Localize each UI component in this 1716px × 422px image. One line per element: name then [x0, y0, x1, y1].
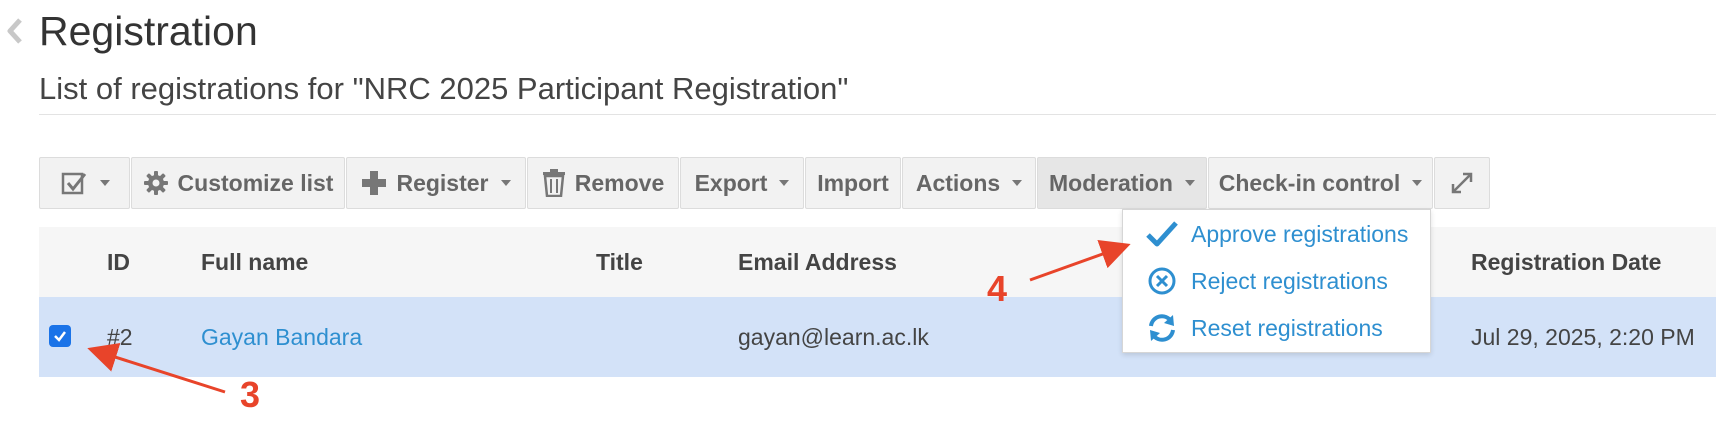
export-button[interactable]: Export [680, 157, 804, 209]
import-label: Import [817, 169, 889, 196]
page-title: Registration [39, 8, 258, 54]
export-label: Export [694, 169, 768, 196]
table-row[interactable]: #2 Gayan Bandara gayan@learn.ac.lk Jul 2… [39, 297, 1716, 377]
remove-button[interactable]: Remove [527, 157, 679, 209]
chevron-down-icon [500, 180, 511, 186]
cell-id: #2 [107, 324, 133, 350]
chevron-down-icon [1412, 180, 1423, 186]
refresh-icon [1144, 310, 1180, 346]
reset-registrations-label: Reset registrations [1191, 314, 1383, 341]
import-button[interactable]: Import [805, 157, 901, 209]
cell-email: gayan@learn.ac.lk [738, 324, 929, 350]
remove-label: Remove [574, 169, 665, 196]
actions-label: Actions [915, 169, 1001, 196]
actions-button[interactable]: Actions [902, 157, 1036, 209]
plus-icon [361, 170, 387, 196]
column-header-full-name[interactable]: Full name [201, 249, 308, 276]
register-label: Register [396, 169, 489, 196]
menu-item-reject-registrations[interactable]: Reject registrations [1123, 261, 1430, 301]
select-all-button[interactable] [39, 157, 130, 209]
chevron-down-icon [99, 180, 110, 186]
annotation-label-4: 4 [987, 268, 1008, 309]
moderation-button[interactable]: Moderation [1037, 157, 1207, 209]
column-header-registration-date[interactable]: Registration Date [1471, 249, 1661, 276]
reject-registrations-label: Reject registrations [1191, 267, 1388, 294]
check-icon [1144, 216, 1180, 252]
customize-list-button[interactable]: Customize list [131, 157, 345, 209]
customize-list-label: Customize list [177, 169, 334, 196]
checkin-control-button[interactable]: Check-in control [1208, 157, 1433, 209]
register-button[interactable]: Register [346, 157, 526, 209]
row-checkbox[interactable] [49, 325, 71, 347]
menu-item-approve-registrations[interactable]: Approve registrations [1123, 214, 1430, 254]
title-divider [39, 114, 1716, 115]
table-header: ID Full name Title Email Address Registr… [39, 227, 1716, 298]
circle-x-icon [1144, 263, 1180, 299]
expand-icon [1449, 170, 1475, 196]
fullscreen-button[interactable] [1434, 157, 1490, 209]
column-header-id[interactable]: ID [107, 249, 130, 276]
cell-registration-date: Jul 29, 2025, 2:20 PM [1471, 324, 1695, 350]
chevron-down-icon [779, 180, 790, 186]
moderation-label: Moderation [1049, 169, 1173, 196]
moderation-dropdown-menu: Approve registrations Reject registratio… [1122, 209, 1431, 353]
checkin-control-label: Check-in control [1218, 169, 1401, 196]
chevron-down-icon [1012, 180, 1023, 186]
column-header-email[interactable]: Email Address [738, 249, 897, 276]
annotation-label-3: 3 [240, 374, 261, 415]
page-subtitle: List of registrations for "NRC 2025 Part… [39, 71, 849, 106]
chevron-down-icon [1184, 180, 1195, 186]
trash-icon [542, 169, 566, 197]
column-header-title[interactable]: Title [596, 249, 643, 276]
gear-icon [143, 170, 169, 196]
back-chevron-icon[interactable] [6, 14, 24, 48]
menu-item-reset-registrations[interactable]: Reset registrations [1123, 308, 1430, 348]
checkbox-check-icon [60, 169, 88, 197]
approve-registrations-label: Approve registrations [1191, 220, 1409, 247]
cell-full-name-link[interactable]: Gayan Bandara [201, 324, 362, 351]
checkmark-icon [54, 331, 66, 342]
